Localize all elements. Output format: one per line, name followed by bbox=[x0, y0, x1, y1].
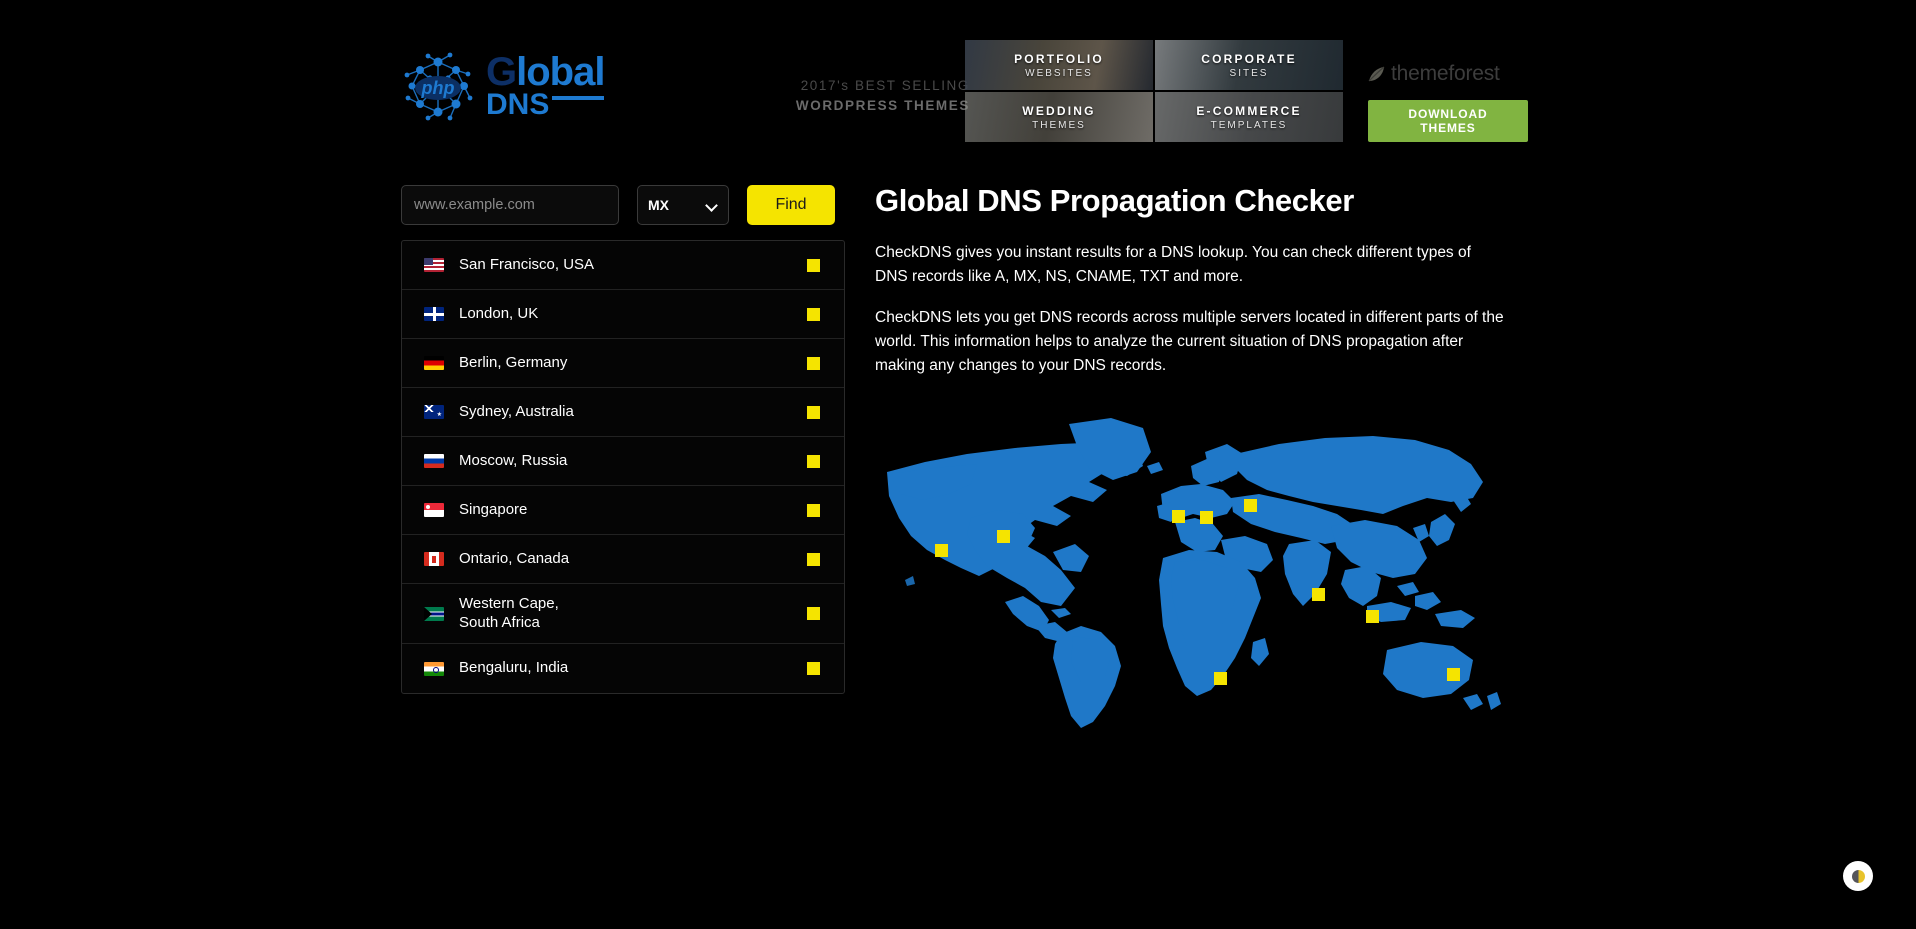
description-paragraph-1: CheckDNS gives you instant results for a… bbox=[875, 244, 1471, 286]
ad-title: PORTFOLIO bbox=[1014, 51, 1104, 66]
flag-canada-icon bbox=[424, 552, 444, 566]
php-network-logo-icon: php bbox=[400, 48, 476, 124]
map-marker-london[interactable] bbox=[1172, 510, 1185, 523]
ad-ecommerce-templates[interactable]: E-COMMERCE TEMPLATES bbox=[1155, 92, 1343, 142]
logo-word-global: Global bbox=[486, 49, 605, 94]
list-item[interactable]: Sydney, Australia bbox=[402, 388, 844, 437]
map-marker-bengaluru[interactable] bbox=[1312, 588, 1325, 601]
promo-tagline-line1: 2017's BEST SELLING bbox=[800, 78, 970, 93]
download-themes-button[interactable]: DOWNLOAD THEMES bbox=[1368, 100, 1528, 142]
map-marker-singapore[interactable] bbox=[1366, 610, 1379, 623]
status-badge bbox=[807, 454, 820, 468]
ad-title: E-COMMERCE bbox=[1196, 103, 1302, 118]
promo-tagline-line2: WORDPRESS THEMES bbox=[795, 98, 970, 114]
location-name: Ontario, Canada bbox=[459, 549, 570, 567]
flag-uk-icon bbox=[424, 307, 444, 321]
list-item[interactable]: San Francisco, USA bbox=[402, 241, 844, 290]
promo-tagline: 2017's BEST SELLING WORDPRESS THEMES bbox=[790, 76, 970, 117]
dns-locations-list: San Francisco, USA London, UK Berlin, Ge… bbox=[401, 240, 845, 694]
status-badge bbox=[807, 552, 820, 566]
flag-south-africa-icon bbox=[424, 606, 444, 621]
flag-australia-icon bbox=[424, 405, 444, 419]
cookie-consent-icon bbox=[1851, 869, 1865, 883]
main-content: Global DNS Propagation Checker CheckDNS … bbox=[875, 183, 1505, 395]
list-item[interactable]: Bengaluru, India bbox=[402, 644, 844, 693]
status-badge bbox=[807, 258, 820, 272]
record-type-select-wrapper[interactable]: MX bbox=[637, 185, 729, 225]
theme-ads-grid[interactable]: PORTFOLIO WEBSITES CORPORATE SITES WEDDI… bbox=[965, 40, 1343, 142]
location-name: London, UK bbox=[459, 304, 539, 322]
list-item[interactable]: Ontario, Canada bbox=[402, 535, 844, 584]
ad-subtitle: TEMPLATES bbox=[1210, 119, 1288, 131]
find-button[interactable]: Find bbox=[747, 185, 835, 225]
location-name: Moscow, Russia bbox=[459, 451, 568, 469]
list-item[interactable]: Singapore bbox=[402, 486, 844, 535]
ad-wedding-themes[interactable]: WEDDING THEMES bbox=[965, 92, 1153, 142]
location-name: Singapore bbox=[459, 500, 528, 518]
ad-subtitle: WEBSITES bbox=[1025, 67, 1093, 79]
location-name: San Francisco, USA bbox=[459, 255, 595, 273]
flag-singapore-icon bbox=[424, 503, 444, 517]
location-name: Berlin, Germany bbox=[459, 353, 568, 371]
ad-corporate-sites[interactable]: CORPORATE SITES bbox=[1155, 40, 1343, 90]
map-marker-ontario[interactable] bbox=[997, 530, 1010, 543]
svg-text:php: php bbox=[421, 78, 455, 98]
page-title: Global DNS Propagation Checker bbox=[875, 183, 1354, 218]
map-marker-western-cape[interactable] bbox=[1214, 672, 1227, 685]
logo-underline bbox=[552, 95, 605, 100]
world-map bbox=[875, 410, 1510, 730]
ad-subtitle: THEMES bbox=[1032, 119, 1086, 131]
world-map-graphic bbox=[887, 418, 1501, 728]
logo-word-dns: DNS bbox=[486, 87, 550, 121]
ad-subtitle: SITES bbox=[1229, 67, 1269, 79]
cookie-consent-button[interactable] bbox=[1843, 861, 1873, 891]
status-badge bbox=[807, 607, 820, 620]
domain-input[interactable] bbox=[401, 185, 619, 225]
record-type-select[interactable]: MX bbox=[637, 185, 729, 225]
themeforest-leaf-icon bbox=[1368, 66, 1385, 83]
themeforest-logo[interactable]: themeforest bbox=[1368, 62, 1528, 86]
description-paragraph-2: CheckDNS lets you get DNS records across… bbox=[875, 309, 1504, 375]
themeforest-block: themeforest DOWNLOAD THEMES bbox=[1368, 62, 1528, 142]
list-item[interactable]: London, UK bbox=[402, 290, 844, 339]
status-badge bbox=[807, 307, 820, 321]
flag-india-icon bbox=[424, 661, 444, 676]
status-badge bbox=[807, 503, 820, 517]
list-item[interactable]: Western Cape, South Africa bbox=[402, 584, 844, 644]
map-marker-moscow[interactable] bbox=[1244, 499, 1257, 512]
location-name: Bengaluru, India bbox=[459, 659, 569, 677]
ad-portfolio-websites[interactable]: PORTFOLIO WEBSITES bbox=[965, 40, 1153, 90]
flag-germany-icon bbox=[424, 356, 444, 370]
location-name: Western Cape, South Africa bbox=[459, 594, 559, 631]
map-marker-berlin[interactable] bbox=[1200, 511, 1213, 524]
list-item[interactable]: Berlin, Germany bbox=[402, 339, 844, 388]
status-badge bbox=[807, 356, 820, 370]
ad-title: WEDDING bbox=[1022, 103, 1096, 118]
status-badge bbox=[807, 662, 820, 675]
dns-search-form: MX Find bbox=[401, 185, 835, 225]
status-badge bbox=[807, 405, 820, 419]
flag-usa-icon bbox=[424, 258, 444, 272]
themeforest-wordmark: themeforest bbox=[1391, 62, 1500, 85]
ad-title: CORPORATE bbox=[1201, 51, 1297, 66]
site-header: php Global DNS 2017's BEST SELLING WORDP… bbox=[0, 0, 1916, 150]
page-root: php Global DNS 2017's BEST SELLING WORDP… bbox=[0, 0, 1916, 929]
map-marker-san-francisco[interactable] bbox=[935, 544, 948, 557]
map-marker-sydney[interactable] bbox=[1447, 668, 1460, 681]
list-item[interactable]: Moscow, Russia bbox=[402, 437, 844, 486]
location-name: Sydney, Australia bbox=[459, 402, 574, 420]
flag-russia-icon bbox=[424, 454, 444, 468]
site-logo[interactable]: php Global DNS bbox=[400, 48, 605, 124]
